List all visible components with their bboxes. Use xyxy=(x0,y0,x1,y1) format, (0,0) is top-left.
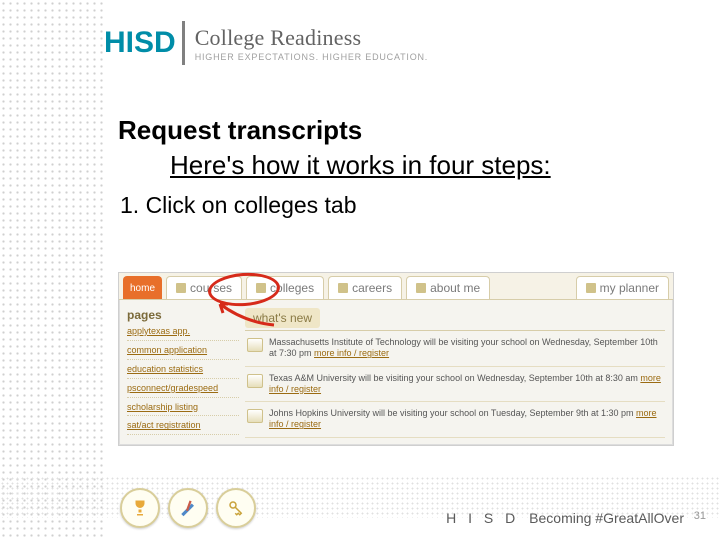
calendar-icon xyxy=(247,374,263,388)
tab-careers-label: careers xyxy=(352,281,392,295)
page-number: 31 xyxy=(694,510,706,522)
tab-colleges-label: colleges xyxy=(270,281,314,295)
tab-about-me[interactable]: about me xyxy=(406,276,490,299)
naviance-screenshot: home courses colleges careers about me m… xyxy=(118,272,674,446)
page-link[interactable]: scholarship listing xyxy=(127,403,239,417)
pages-heading: pages xyxy=(127,308,239,322)
tab-about-me-label: about me xyxy=(430,281,480,295)
tab-courses-label: courses xyxy=(190,281,232,295)
left-dot-pattern xyxy=(0,0,103,540)
calendar-icon xyxy=(247,409,263,423)
news-item: Johns Hopkins University will be visitin… xyxy=(245,402,665,438)
tab-my-planner[interactable]: my planner xyxy=(576,276,669,299)
courses-icon xyxy=(176,283,186,293)
badge-row xyxy=(120,488,256,528)
pages-sidebar: pages applytexas app. common application… xyxy=(119,300,245,446)
footer: H I S D Becoming #GreatAllOver xyxy=(446,510,684,526)
news-item: Massachusetts Institute of Technology wi… xyxy=(245,331,665,367)
footer-hisd: H I S D xyxy=(446,510,519,526)
news-link[interactable]: more info / register xyxy=(314,348,389,358)
main-panel: what's new Massachusetts Institute of Te… xyxy=(245,300,673,446)
news-text: Texas A&M University will be visiting yo… xyxy=(269,373,640,383)
slide-subtitle: Here's how it works in four steps: xyxy=(170,150,551,181)
about-me-icon xyxy=(416,283,426,293)
tab-careers[interactable]: careers xyxy=(328,276,402,299)
hisd-cr-logo: HISD College Readiness HIGHER EXPECTATIO… xyxy=(104,18,428,68)
footer-tagline: Becoming #GreatAllOver xyxy=(529,510,684,526)
colleges-icon xyxy=(256,283,266,293)
ruler-pencil-badge xyxy=(168,488,208,528)
news-item: Texas A&M University will be visiting yo… xyxy=(245,367,665,403)
page-link[interactable]: psconnect/gradespeed xyxy=(127,384,239,398)
tab-home[interactable]: home xyxy=(123,276,162,299)
tab-my-planner-label: my planner xyxy=(600,281,659,295)
logo-tagline: HIGHER EXPECTATIONS. HIGHER EDUCATION. xyxy=(195,52,428,62)
page-link[interactable]: sat/act registration xyxy=(127,421,239,435)
page-link[interactable]: common application xyxy=(127,346,239,360)
nav-tabs: home courses colleges careers about me m… xyxy=(119,273,673,300)
logo-hisd-text: HISD xyxy=(104,26,176,60)
step-1-text: 1. Click on colleges tab xyxy=(120,192,357,219)
tab-colleges[interactable]: colleges xyxy=(246,276,324,299)
planner-icon xyxy=(586,283,596,293)
page-link[interactable]: applytexas app. xyxy=(127,327,239,341)
whats-new-heading: what's new xyxy=(245,308,320,328)
news-text: Johns Hopkins University will be visitin… xyxy=(269,408,636,418)
slide-title: Request transcripts xyxy=(118,115,362,146)
tab-home-label: home xyxy=(130,283,155,294)
logo-college-readiness: College Readiness xyxy=(195,25,428,51)
trophy-badge xyxy=(120,488,160,528)
tab-courses[interactable]: courses xyxy=(166,276,242,299)
calendar-icon xyxy=(247,338,263,352)
key-badge xyxy=(216,488,256,528)
page-link[interactable]: education statistics xyxy=(127,365,239,379)
careers-icon xyxy=(338,283,348,293)
news-list: Massachusetts Institute of Technology wi… xyxy=(245,330,665,438)
logo-separator xyxy=(182,21,185,65)
